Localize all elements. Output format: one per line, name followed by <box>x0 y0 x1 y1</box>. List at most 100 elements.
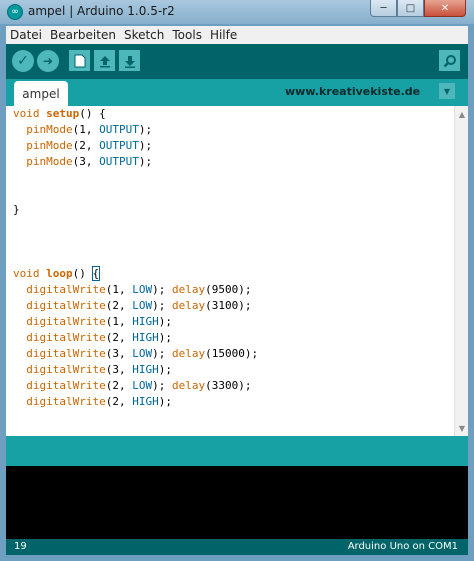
code-token: (2, <box>72 139 100 152</box>
ide-frame: ✓ ➜ ampel www.kreativekiste.de ▼ void se… <box>6 44 468 555</box>
code-token-kw-call: digitalWrite <box>26 283 106 296</box>
save-icon <box>124 55 135 68</box>
code-token-kw-const: LOW <box>132 283 153 296</box>
tab-ampel[interactable]: ampel <box>14 81 68 106</box>
code-token: (3100); <box>205 299 252 312</box>
close-button[interactable]: ✕ <box>424 0 466 17</box>
code-editor[interactable]: void setup() { pinMode(1, OUTPUT); pinMo… <box>6 106 468 436</box>
code-token-kw-const: LOW <box>132 347 153 360</box>
open-button[interactable] <box>94 50 115 71</box>
code-token: ); <box>152 347 172 360</box>
open-icon <box>99 55 110 67</box>
code-token: (2, <box>105 379 133 392</box>
maximize-button[interactable]: □ <box>397 0 424 17</box>
code-line[interactable]: digitalWrite(2, HIGH); <box>13 330 172 346</box>
board-port-status: Arduino Uno on COM1 <box>347 541 458 552</box>
code-token: ); <box>158 395 172 408</box>
code-line[interactable]: digitalWrite(3, LOW); delay(15000); <box>13 346 258 362</box>
code-line[interactable]: pinMode(1, OUTPUT); <box>13 122 152 138</box>
menu-tools[interactable]: Tools <box>172 28 202 42</box>
new-button[interactable] <box>69 50 90 71</box>
code-token: (1, <box>72 123 100 136</box>
code-token-brace-hl: { <box>91 266 101 281</box>
code-token: () <box>72 267 93 280</box>
code-token-kw-call: pinMode <box>26 123 73 136</box>
code-token: ); <box>138 139 153 152</box>
code-token-kw-call: pinMode <box>26 139 73 152</box>
code-token: } <box>13 203 20 216</box>
upload-button[interactable]: ➜ <box>37 50 59 72</box>
scroll-down-arrow-icon[interactable]: ▼ <box>456 422 468 434</box>
save-button[interactable] <box>119 50 140 71</box>
editor-scrollbar[interactable]: ▲ ▼ <box>454 106 468 436</box>
code-line[interactable]: pinMode(3, OUTPUT); <box>13 154 152 170</box>
serial-monitor-button[interactable] <box>439 50 460 71</box>
code-token: ); <box>152 379 172 392</box>
code-line[interactable]: digitalWrite(2, HIGH); <box>13 394 172 410</box>
menu-sketch[interactable]: Sketch <box>124 28 164 42</box>
console-output <box>6 466 468 539</box>
verify-icon: ✓ <box>17 53 29 69</box>
code-token-kw-call: digitalWrite <box>26 395 106 408</box>
serial-monitor-icon <box>443 54 456 67</box>
code-line[interactable]: pinMode(2, OUTPUT); <box>13 138 152 154</box>
window-title: ampel | Arduino 1.0.5-r2 <box>28 4 175 18</box>
code-token: (2, <box>105 299 133 312</box>
code-line[interactable]: digitalWrite(3, HIGH); <box>13 362 172 378</box>
code-token: (3, <box>105 363 133 376</box>
minimize-button[interactable]: ─ <box>370 0 397 17</box>
code-token-kw-call: delay <box>171 283 206 296</box>
code-token-kw-call: digitalWrite <box>26 379 106 392</box>
code-token: ); <box>138 123 153 136</box>
menu-hilfe[interactable]: Hilfe <box>210 28 237 42</box>
code-token-kw-const: HIGH <box>132 395 159 408</box>
code-line[interactable]: digitalWrite(2, LOW); delay(3300); <box>13 378 251 394</box>
code-token: (9500); <box>205 283 252 296</box>
code-token: ); <box>152 299 172 312</box>
menu-bar: Datei Bearbeiten Sketch Tools Hilfe <box>6 26 468 44</box>
code-token: ); <box>158 363 172 376</box>
chevron-down-icon: ▼ <box>443 86 451 96</box>
code-line[interactable]: digitalWrite(1, HIGH); <box>13 314 172 330</box>
scroll-up-arrow-icon[interactable]: ▲ <box>456 108 468 120</box>
code-token-kw-fn: loop <box>46 267 73 280</box>
title-bar: ∞ ampel | Arduino 1.0.5-r2 ─ □ ✕ <box>0 0 474 24</box>
code-token-kw-const: HIGH <box>132 315 159 328</box>
code-token-kw-const: LOW <box>132 299 153 312</box>
menu-bearbeiten[interactable]: Bearbeiten <box>50 28 116 42</box>
code-token: (2, <box>105 395 133 408</box>
code-token-kw-call: delay <box>171 379 206 392</box>
tab-menu-button[interactable]: ▼ <box>439 83 455 99</box>
code-token: () { <box>79 107 106 120</box>
code-token-kw-const: HIGH <box>132 363 159 376</box>
code-line[interactable]: } <box>13 202 20 218</box>
code-token-kw-type: void <box>13 107 40 120</box>
code-token: (3, <box>105 347 133 360</box>
code-token: (1, <box>105 315 133 328</box>
code-line[interactable]: void loop() { <box>13 266 101 282</box>
code-token-kw-call: digitalWrite <box>26 347 106 360</box>
menu-datei[interactable]: Datei <box>10 28 42 42</box>
code-token: ); <box>138 155 153 168</box>
code-token-kw-const: OUTPUT <box>99 139 139 152</box>
window-controls: ─ □ ✕ <box>370 0 466 17</box>
code-token-kw-call: delay <box>171 347 206 360</box>
code-line[interactable]: void setup() { <box>13 106 106 122</box>
code-line[interactable]: digitalWrite(1, LOW); delay(9500); <box>13 282 251 298</box>
site-watermark: www.kreativekiste.de <box>285 85 421 98</box>
message-area <box>6 436 468 466</box>
code-token-kw-call: pinMode <box>26 155 73 168</box>
code-line[interactable]: digitalWrite(2, LOW); delay(3100); <box>13 298 251 314</box>
new-icon <box>74 54 85 67</box>
code-token: (3, <box>72 155 100 168</box>
line-number: 19 <box>14 541 27 552</box>
verify-button[interactable]: ✓ <box>12 50 34 72</box>
code-token-kw-call: digitalWrite <box>26 315 106 328</box>
